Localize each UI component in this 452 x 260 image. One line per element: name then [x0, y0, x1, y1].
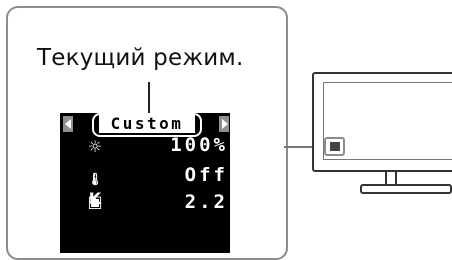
osd-rows: ☼ 100% 🌡K Off ▣ 2.2	[60, 137, 230, 257]
mode-right-arrow-icon[interactable]	[219, 116, 229, 132]
brightness-value: 100%	[170, 137, 228, 156]
brightness-icon: ☼	[87, 137, 103, 156]
color-temperature-icon: 🌡K	[87, 172, 103, 208]
mode-label[interactable]: Custom	[99, 114, 195, 133]
gamma-icon: ▣	[87, 192, 103, 211]
callout-leader-line	[148, 82, 150, 114]
monitor-button-indicator-icon	[330, 142, 340, 151]
color-temperature-value: Off	[184, 164, 228, 186]
current-mode-caption: Текущий режим.	[37, 45, 244, 71]
gamma-value: 2.2	[184, 191, 228, 213]
monitor-stand-base	[360, 184, 452, 194]
mode-left-arrow-icon[interactable]	[63, 116, 73, 132]
